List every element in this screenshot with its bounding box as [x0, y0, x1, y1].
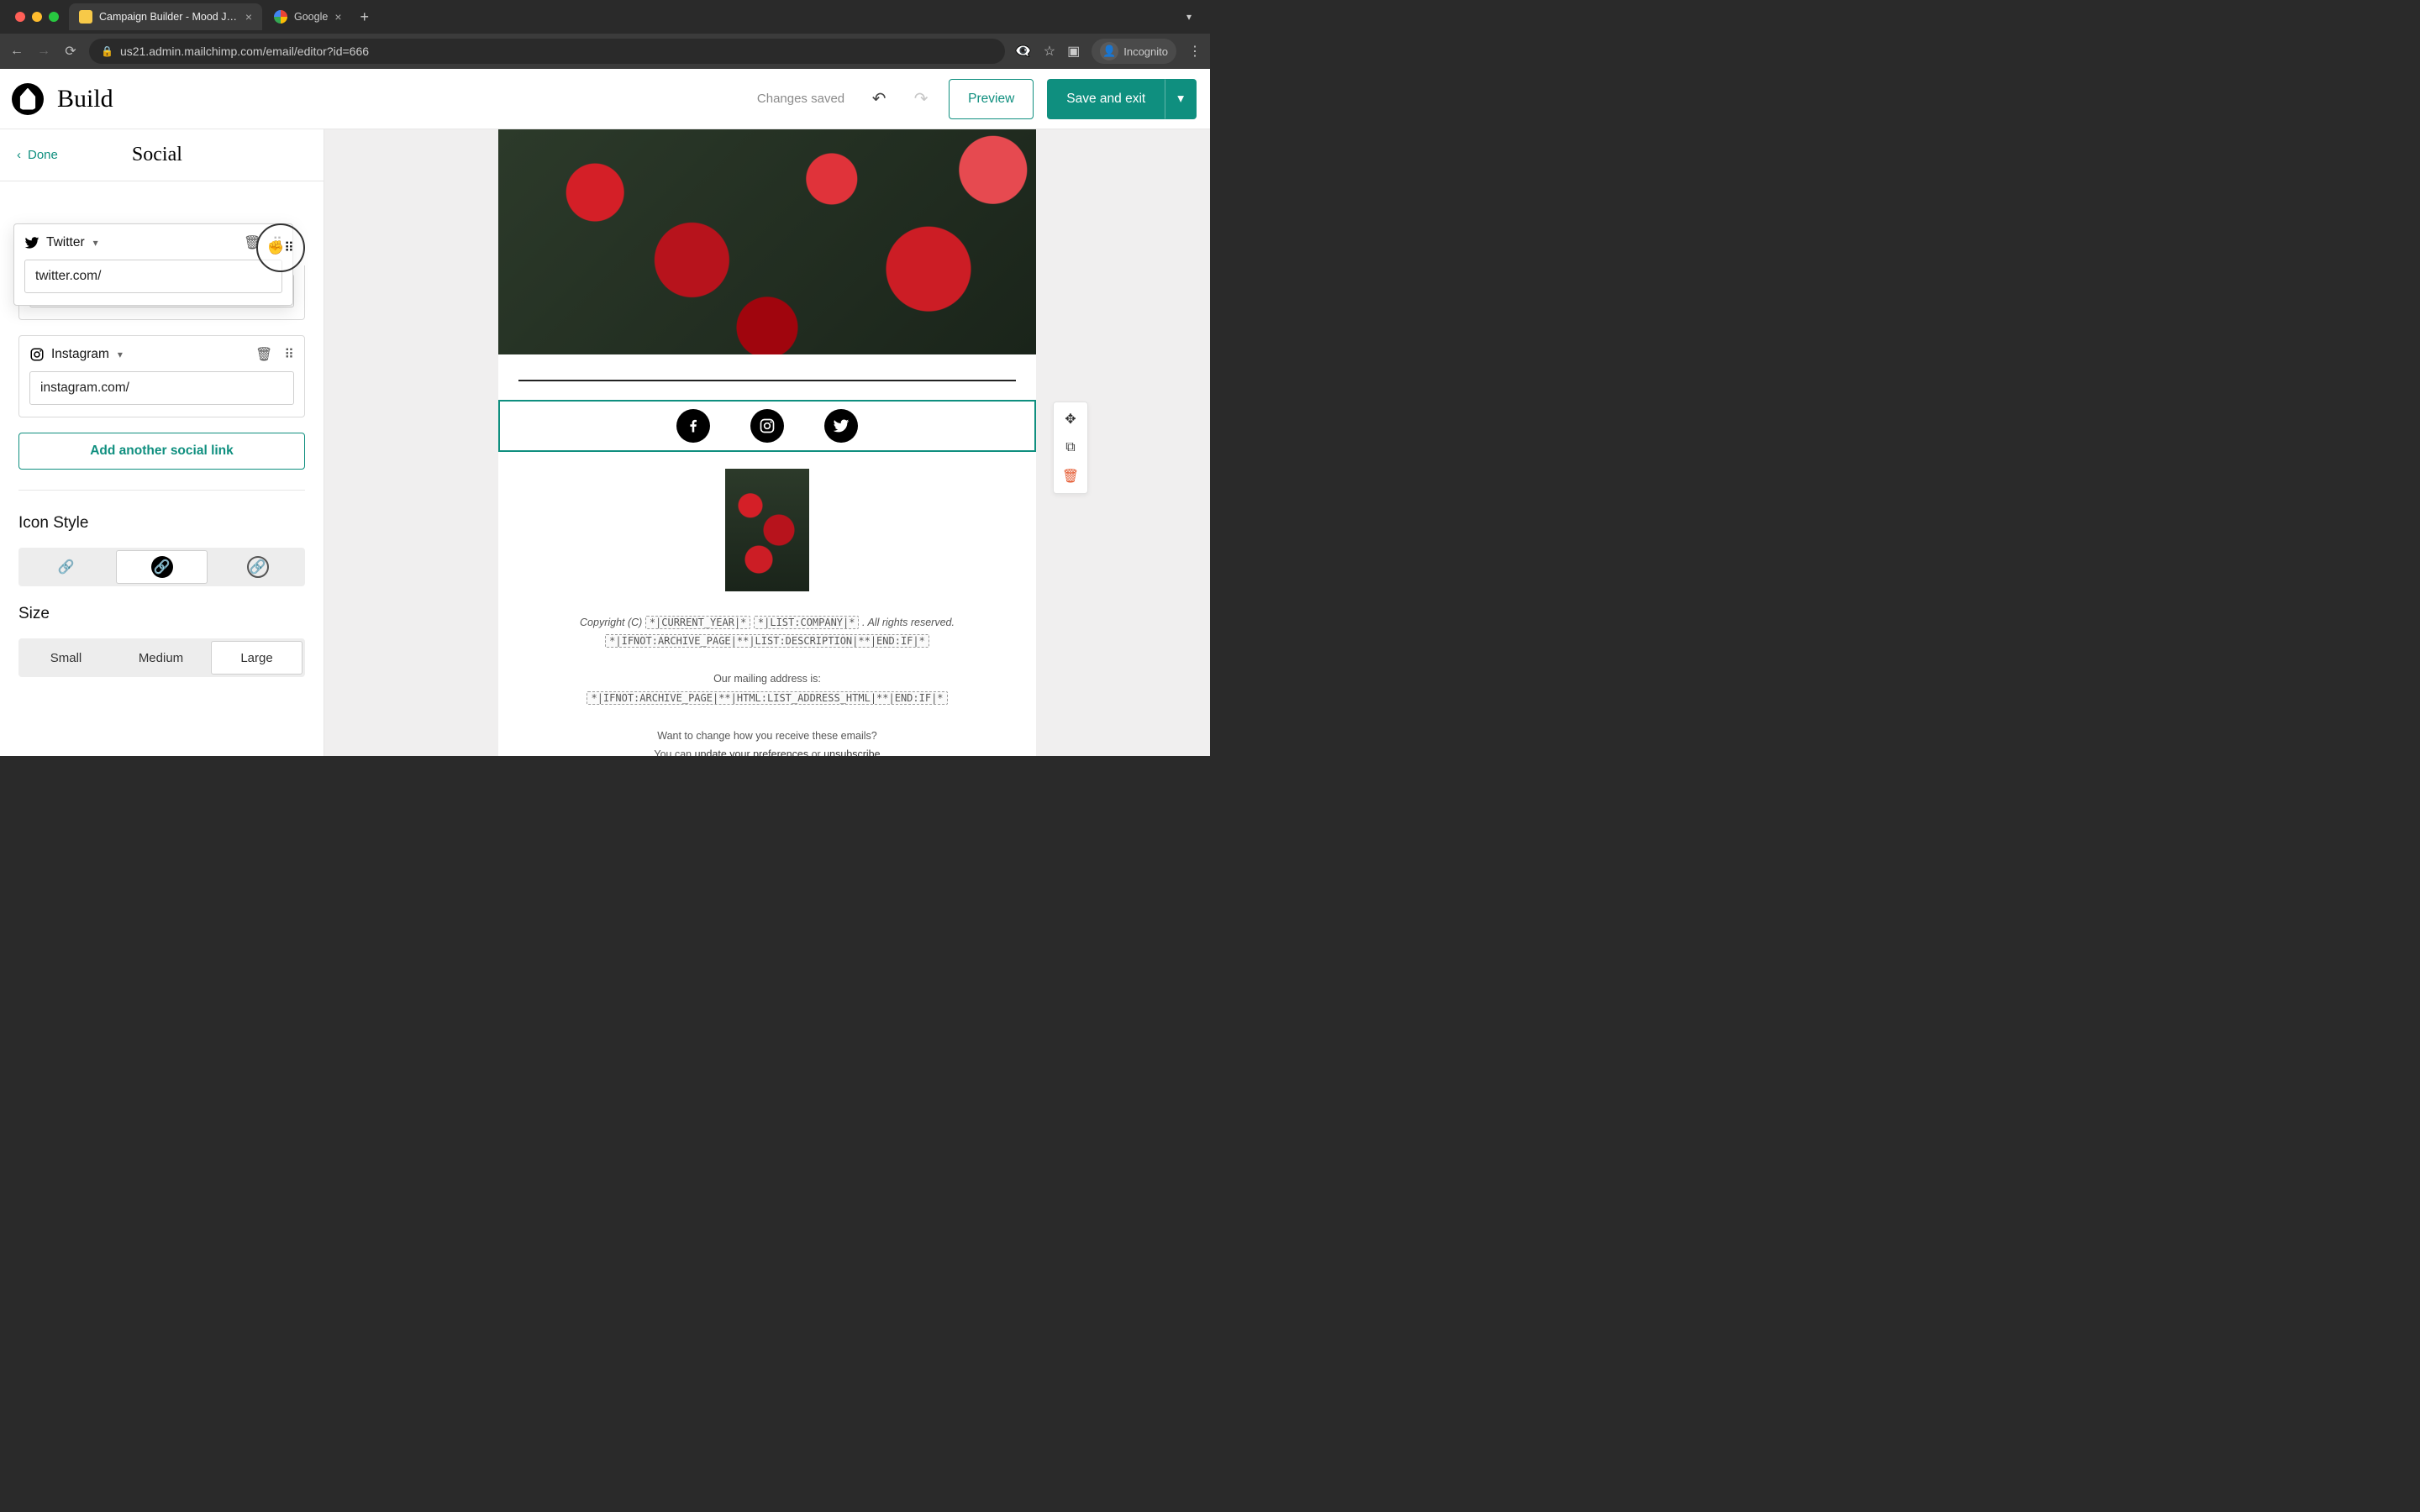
- minimize-window-icon[interactable]: [32, 12, 42, 22]
- reload-button[interactable]: ⟳: [62, 43, 79, 60]
- link-outline-icon: 🔗: [247, 556, 269, 578]
- mailchimp-logo-icon[interactable]: [12, 83, 44, 115]
- new-tab-button[interactable]: +: [354, 8, 376, 26]
- twitter-url-input[interactable]: [24, 260, 282, 293]
- url-field[interactable]: 🔒 us21.admin.mailchimp.com/email/editor?…: [89, 39, 1005, 64]
- incognito-hat-icon[interactable]: 👁️‍🗨️: [1015, 43, 1032, 60]
- undo-button[interactable]: ↶: [865, 88, 893, 109]
- close-tab-icon[interactable]: ×: [334, 10, 341, 24]
- window-controls: [7, 12, 67, 22]
- mailing-address-label: Our mailing address is:: [713, 673, 821, 685]
- save-status: Changes saved: [757, 92, 844, 106]
- kebab-menu-icon[interactable]: ⋮: [1188, 43, 1202, 60]
- size-large[interactable]: Large: [211, 641, 302, 675]
- delete-block-button[interactable]: 🗑: [1059, 465, 1082, 488]
- email-body: Copyright (C) *|CURRENT_YEAR|* *|LIST:CO…: [498, 129, 1036, 756]
- twitter-icon: [24, 235, 39, 250]
- incognito-label: Incognito: [1123, 45, 1168, 58]
- facebook-icon[interactable]: [676, 409, 710, 443]
- add-social-link-label: Add another social link: [90, 444, 234, 459]
- size-segmented: Small Medium Large: [18, 638, 305, 677]
- tab-title: Google: [294, 11, 328, 23]
- social-block-selected[interactable]: [498, 400, 1036, 452]
- unsubscribe-link[interactable]: unsubscribe: [823, 748, 880, 756]
- tab-title: Campaign Builder - Mood Joy |: [99, 11, 239, 23]
- platform-select-instagram[interactable]: Instagram ▾: [29, 347, 123, 362]
- back-button[interactable]: ←: [8, 44, 25, 59]
- tab-campaign-builder[interactable]: Campaign Builder - Mood Joy | ×: [69, 3, 262, 30]
- incognito-icon: 👤: [1100, 42, 1118, 60]
- tabs-overflow-icon[interactable]: ▾: [1175, 11, 1203, 23]
- chevron-down-icon: ▾: [118, 349, 123, 360]
- mailchimp-favicon-icon: [79, 10, 92, 24]
- side-panel-icon[interactable]: ▣: [1067, 43, 1080, 60]
- block-settings-panel: ‹ Done Social Twitter ▾: [0, 129, 324, 756]
- platform-label: Instagram: [51, 347, 109, 362]
- icon-style-segmented: 🔗 🔗 🔗: [18, 548, 305, 586]
- divider-line[interactable]: [518, 380, 1016, 381]
- size-small[interactable]: Small: [21, 641, 111, 675]
- browser-tab-strip: Campaign Builder - Mood Joy | × Google ×…: [0, 0, 1210, 34]
- save-and-exit-label: Save and exit: [1066, 92, 1145, 107]
- move-block-button[interactable]: ✥: [1059, 407, 1082, 431]
- size-label: Size: [18, 605, 305, 623]
- hero-image[interactable]: [498, 129, 1036, 354]
- footer-logo-image[interactable]: [725, 469, 809, 591]
- drag-handle-icon[interactable]: ⠿: [284, 346, 294, 363]
- url-text: us21.admin.mailchimp.com/email/editor?id…: [120, 45, 369, 58]
- social-item-instagram: Instagram ▾ 🗑 ⠿: [18, 335, 305, 417]
- grab-hand-icon: ✊⠿: [267, 239, 294, 256]
- grab-cursor-indicator: ✊⠿: [256, 223, 305, 272]
- icon-style-none[interactable]: 🔗: [21, 550, 111, 584]
- app-header: Build Changes saved ↶ ↷ Preview Save and…: [0, 69, 1210, 129]
- platform-label: Twitter: [46, 235, 85, 250]
- instagram-icon[interactable]: [750, 409, 784, 443]
- divider: [18, 490, 305, 491]
- google-favicon-icon: [274, 10, 287, 24]
- panel-title: Social: [8, 144, 307, 166]
- redo-button: ↷: [907, 88, 935, 109]
- profile-incognito-chip[interactable]: 👤 Incognito: [1092, 39, 1176, 64]
- icon-style-label: Icon Style: [18, 514, 305, 533]
- delete-item-button[interactable]: 🗑: [255, 346, 272, 363]
- save-dropdown-button[interactable]: ▾: [1165, 79, 1197, 119]
- platform-select-twitter[interactable]: Twitter ▾: [24, 235, 98, 250]
- chevron-down-icon: ▾: [1177, 91, 1184, 107]
- social-item-twitter-dragging[interactable]: Twitter ▾ 🗑 ⠿: [13, 223, 293, 306]
- merge-tag: *|LIST:COMPANY|*: [754, 616, 860, 629]
- instagram-url-input[interactable]: [29, 371, 294, 405]
- preview-button[interactable]: Preview: [949, 79, 1034, 119]
- address-bar: ← → ⟳ 🔒 us21.admin.mailchimp.com/email/e…: [0, 34, 1210, 69]
- preview-label: Preview: [968, 92, 1014, 107]
- bookmark-icon[interactable]: ☆: [1044, 43, 1055, 60]
- close-tab-icon[interactable]: ×: [245, 10, 252, 24]
- link-icon: 🔗: [58, 559, 75, 575]
- merge-tag: *|CURRENT_YEAR|*: [645, 616, 751, 629]
- save-and-exit-button[interactable]: Save and exit: [1047, 79, 1165, 119]
- merge-tag: *|IFNOT:ARCHIVE_PAGE|**|HTML:LIST_ADDRES…: [587, 691, 947, 705]
- lock-icon: 🔒: [101, 45, 113, 57]
- add-social-link-button[interactable]: Add another social link: [18, 433, 305, 470]
- chevron-down-icon: ▾: [93, 237, 98, 249]
- icon-style-solid[interactable]: 🔗: [116, 550, 208, 584]
- update-preferences-link[interactable]: update your preferences: [695, 748, 809, 756]
- twitter-icon[interactable]: [824, 409, 858, 443]
- block-floating-toolbar: ✥ ⧉ 🗑: [1053, 402, 1088, 494]
- fullscreen-window-icon[interactable]: [49, 12, 59, 22]
- merge-tag: *|IFNOT:ARCHIVE_PAGE|**|LIST:DESCRIPTION…: [605, 634, 929, 648]
- link-solid-icon: 🔗: [151, 556, 173, 578]
- page-title: Build: [57, 85, 113, 113]
- footer-text[interactable]: Copyright (C) *|CURRENT_YEAR|* *|LIST:CO…: [498, 613, 1036, 757]
- icon-style-outline[interactable]: 🔗: [213, 550, 302, 584]
- tab-google[interactable]: Google ×: [264, 3, 352, 30]
- duplicate-block-button[interactable]: ⧉: [1059, 436, 1082, 459]
- size-medium[interactable]: Medium: [116, 641, 206, 675]
- close-window-icon[interactable]: [15, 12, 25, 22]
- email-canvas[interactable]: Copyright (C) *|CURRENT_YEAR|* *|LIST:CO…: [324, 129, 1210, 756]
- instagram-icon: [29, 347, 45, 362]
- forward-button: →: [35, 44, 52, 59]
